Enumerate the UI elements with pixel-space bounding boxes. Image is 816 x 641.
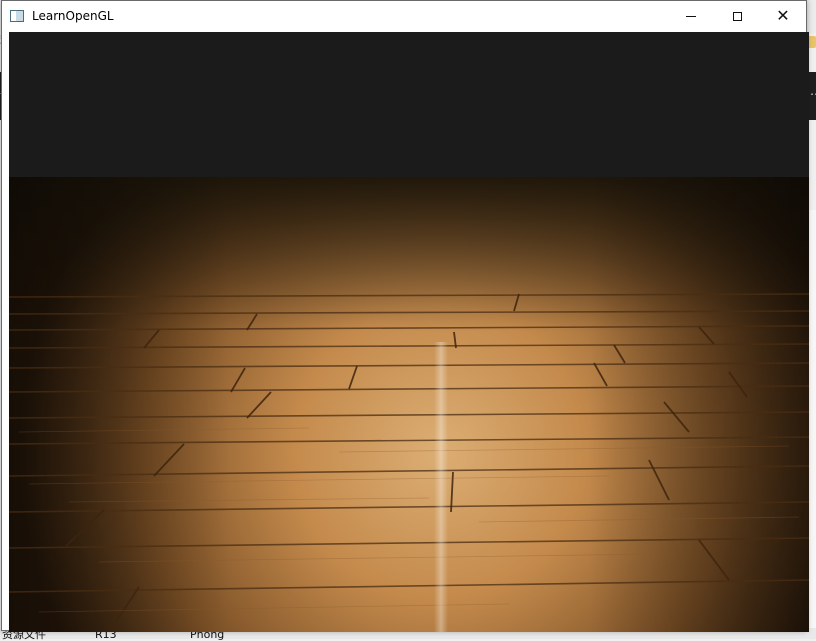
window-title: LearnOpenGL: [32, 9, 114, 23]
minimize-icon: [686, 15, 696, 17]
title-bar[interactable]: LearnOpenGL ✕: [2, 1, 806, 31]
app-window-icon: [10, 10, 24, 22]
close-button[interactable]: ✕: [760, 1, 806, 31]
app-window: LearnOpenGL ✕: [1, 0, 809, 632]
minimize-button[interactable]: [668, 1, 714, 31]
maximize-icon: [732, 11, 742, 21]
opengl-viewport[interactable]: [9, 32, 809, 632]
wood-floor-render: [9, 32, 809, 632]
maximize-button[interactable]: [714, 1, 760, 31]
window-controls: ✕: [668, 1, 806, 31]
close-icon: ✕: [776, 6, 790, 25]
